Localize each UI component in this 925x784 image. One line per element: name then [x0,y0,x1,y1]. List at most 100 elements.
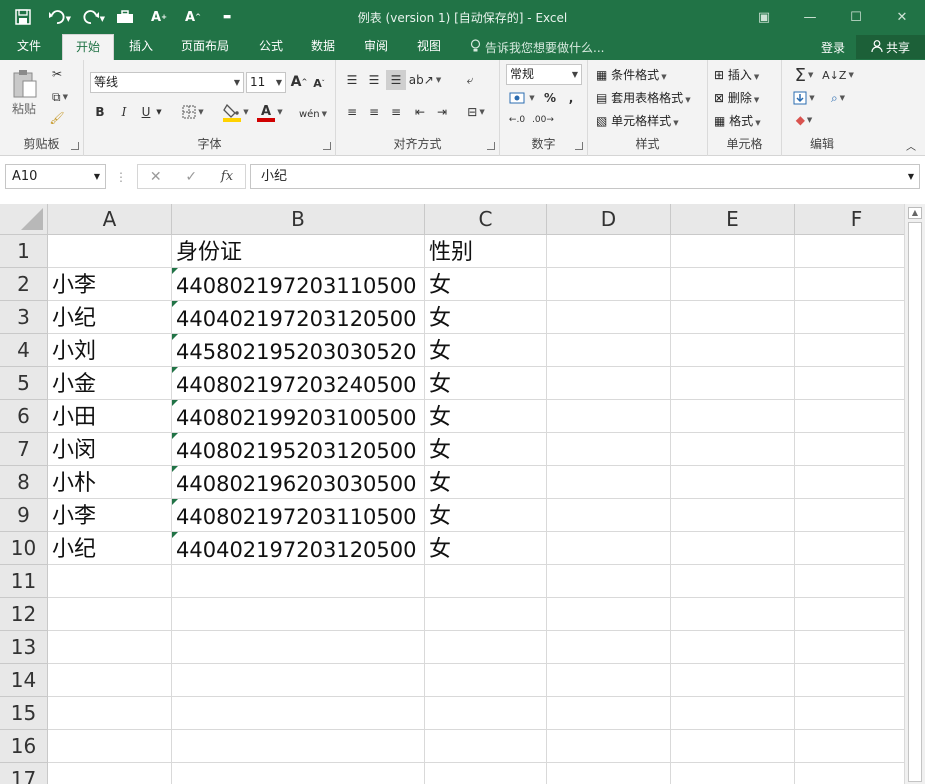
cell-f3[interactable] [795,301,904,334]
cell-f14[interactable] [795,664,904,697]
number-format-select[interactable]: 常规 ▼ [506,64,582,85]
fill-icon[interactable]: ▼ [788,88,820,108]
row-header-13[interactable]: 13 [0,631,48,664]
cell-e1[interactable] [671,235,795,268]
cell-f6[interactable] [795,400,904,433]
cell-d3[interactable] [547,301,671,334]
font-launcher-icon[interactable] [323,142,331,150]
cell-f16[interactable] [795,730,904,763]
cell-b15[interactable] [172,697,425,730]
scroll-up-icon[interactable]: ▲ [908,207,922,219]
format-cells-button[interactable]: ▦ 格式 ▼ [714,112,761,129]
cell-e14[interactable] [671,664,795,697]
currency-icon[interactable]: ▼ [506,88,538,108]
delete-cells-button[interactable]: ⊠ 删除 ▼ [714,89,759,106]
cell-c14[interactable] [425,664,547,697]
cell-f1[interactable] [795,235,904,268]
cell-a10[interactable]: 小纪 [48,532,172,565]
clipboard-launcher-icon[interactable] [71,142,79,150]
row-header-15[interactable]: 15 [0,697,48,730]
cell-f11[interactable] [795,565,904,598]
share-button[interactable]: 共享 [856,35,925,59]
cell-d2[interactable] [547,268,671,301]
cell-e10[interactable] [671,532,795,565]
alignment-launcher-icon[interactable] [487,142,495,150]
cell-e2[interactable] [671,268,795,301]
cell-d7[interactable] [547,433,671,466]
align-top-icon[interactable]: ☰ [342,70,362,90]
align-middle-icon[interactable]: ☰ [364,70,384,90]
orientation-icon[interactable]: ab↗ ▼ [409,70,441,90]
vertical-scrollbar[interactable]: ▲ [904,204,925,784]
cell-b10[interactable]: 440402197203120500 [172,532,425,565]
cell-e7[interactable] [671,433,795,466]
cell-d14[interactable] [547,664,671,697]
cell-c9[interactable]: 女 [425,499,547,532]
cell-a16[interactable] [48,730,172,763]
cell-f5[interactable] [795,367,904,400]
cell-f9[interactable] [795,499,904,532]
cell-b16[interactable] [172,730,425,763]
cell-a7[interactable]: 小闵 [48,433,172,466]
cell-f13[interactable] [795,631,904,664]
cell-c10[interactable]: 女 [425,532,547,565]
scrollbar-thumb[interactable] [908,222,922,782]
cell-f4[interactable] [795,334,904,367]
tab-file[interactable]: 文件 [6,34,52,60]
bold-button[interactable]: B [90,102,110,122]
cell-c6[interactable]: 女 [425,400,547,433]
tell-me-box[interactable]: 告诉我您想要做什么... [470,39,604,56]
fill-color-icon[interactable]: ▼ [220,100,252,124]
cell-d11[interactable] [547,565,671,598]
cell-d9[interactable] [547,499,671,532]
shrink-font-icon[interactable]: Aˇ [310,74,328,92]
cell-f2[interactable] [795,268,904,301]
name-box[interactable]: A10 ▼ [5,164,106,189]
conditional-format-button[interactable]: ▦ 条件格式 ▼ [596,66,667,83]
close-icon[interactable]: ✕ [879,0,925,34]
cell-f12[interactable] [795,598,904,631]
formula-input[interactable]: 小纪 ▼ [250,164,920,189]
cell-c2[interactable]: 女 [425,268,547,301]
row-header-11[interactable]: 11 [0,565,48,598]
row-header-12[interactable]: 12 [0,598,48,631]
cell-e11[interactable] [671,565,795,598]
borders-icon[interactable]: ▼ [178,102,208,122]
autosum-icon[interactable]: Σ ▼ [788,64,820,86]
cell-b14[interactable] [172,664,425,697]
cell-a11[interactable] [48,565,172,598]
align-right-icon[interactable]: ≡ [386,102,406,122]
cell-d8[interactable] [547,466,671,499]
cell-b12[interactable] [172,598,425,631]
cell-a6[interactable]: 小田 [48,400,172,433]
row-header-4[interactable]: 4 [0,334,48,367]
row-header-2[interactable]: 2 [0,268,48,301]
paste-icon[interactable] [8,66,42,102]
merge-center-icon[interactable]: ⊟ ▼ [460,102,492,122]
enter-icon[interactable]: ✓ [185,169,197,185]
cell-e17[interactable] [671,763,795,784]
cell-d15[interactable] [547,697,671,730]
cell-e13[interactable] [671,631,795,664]
cell-c7[interactable]: 女 [425,433,547,466]
cell-e4[interactable] [671,334,795,367]
align-bottom-icon[interactable]: ☰ [386,70,406,90]
sort-filter-icon[interactable]: A↓Z ▼ [822,64,854,86]
align-center-icon[interactable]: ≡ [364,102,384,122]
cell-a9[interactable]: 小李 [48,499,172,532]
decrease-indent-icon[interactable]: ⇤ [410,102,430,122]
cell-e15[interactable] [671,697,795,730]
cell-e3[interactable] [671,301,795,334]
cell-a14[interactable] [48,664,172,697]
cell-b1[interactable]: 身份证 [172,235,425,268]
cell-c15[interactable] [425,697,547,730]
cell-a1[interactable] [48,235,172,268]
tab-review[interactable]: 审阅 [355,34,397,60]
cell-styles-button[interactable]: ▧ 单元格样式 ▼ [596,112,679,129]
font-size-select[interactable]: 11 ▼ [246,72,286,93]
increase-indent-icon[interactable]: ⇥ [432,102,452,122]
row-header-5[interactable]: 5 [0,367,48,400]
insert-function-button[interactable]: fx [221,169,233,184]
comma-button[interactable]: , [564,88,578,108]
row-header-7[interactable]: 7 [0,433,48,466]
